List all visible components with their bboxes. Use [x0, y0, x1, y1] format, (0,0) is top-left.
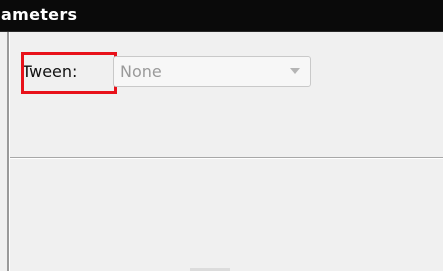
tween-label-highlight — [21, 52, 117, 94]
window-title: ameters — [1, 5, 78, 24]
parameters-window: ameters Tween: None — [0, 0, 443, 271]
tween-dropdown-value: None — [120, 62, 162, 81]
tween-dropdown[interactable]: None — [113, 56, 311, 87]
section-divider-highlight — [10, 158, 443, 159]
chevron-down-icon — [290, 68, 300, 74]
title-bar[interactable]: ameters — [0, 0, 443, 32]
